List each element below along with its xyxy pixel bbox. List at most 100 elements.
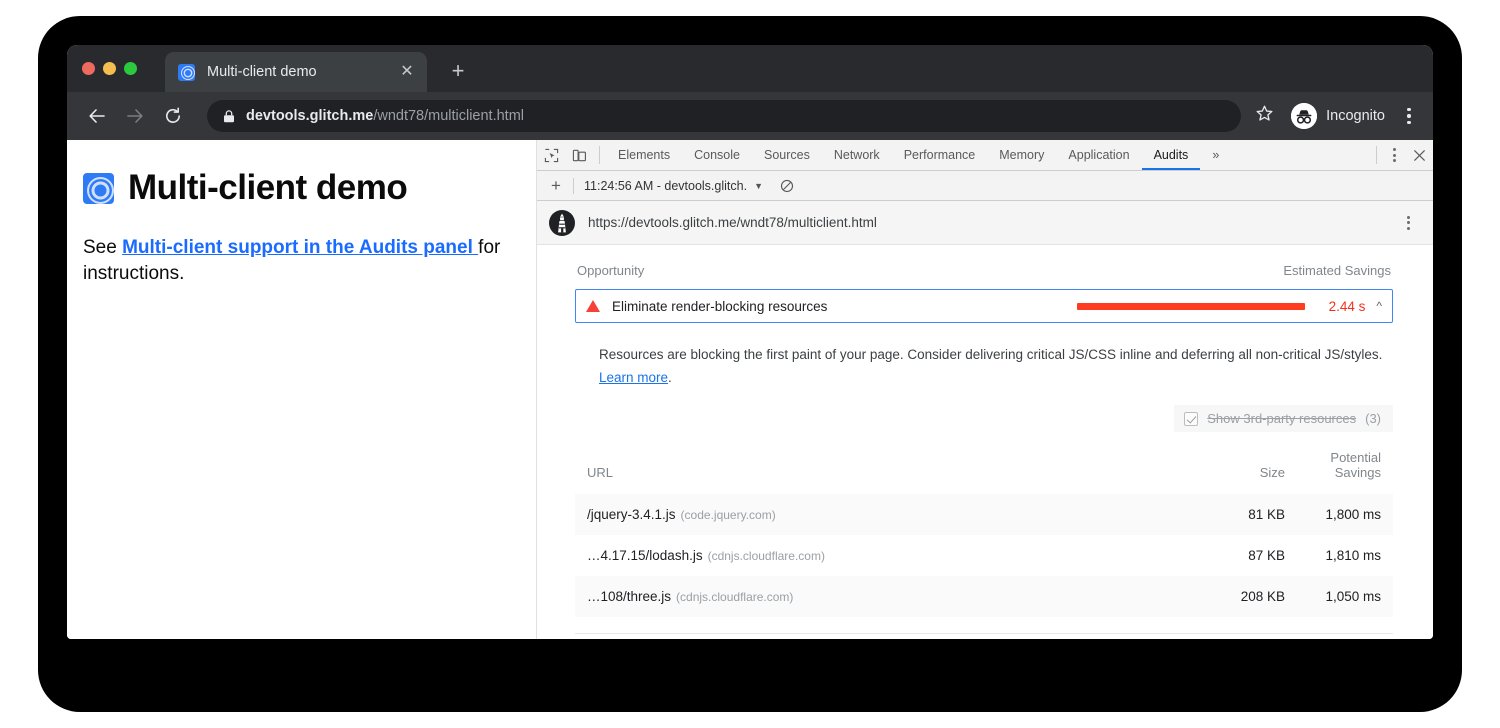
arrow-right-icon[interactable] [119, 100, 151, 132]
estimated-savings-column-label: Estimated Savings [1283, 263, 1391, 278]
new-tab-button[interactable]: + [445, 58, 471, 84]
page-title: Multi-client demo [83, 168, 506, 208]
row-host: (cdnjs.cloudflare.com) [708, 549, 825, 563]
table-body: /jquery-3.4.1.js(code.jquery.com) 81 KB … [575, 494, 1393, 617]
kebab-menu-icon[interactable] [1383, 140, 1405, 170]
device-toolbar-icon[interactable] [565, 140, 593, 170]
row-savings: 1,050 ms [1297, 576, 1393, 617]
chevron-up-icon[interactable]: ^ [1376, 299, 1382, 313]
tab-memory[interactable]: Memory [987, 140, 1056, 170]
maximize-window-button[interactable] [124, 62, 137, 75]
browser-window: Multi-client demo ✕ + devtools.glitch.me… [67, 45, 1433, 639]
third-party-toggle-wrap: Show 3rd-party resources (3) [575, 405, 1393, 432]
devtools-panel: Elements Console Sources Network Perform… [537, 140, 1433, 639]
tab-sources[interactable]: Sources [752, 140, 822, 170]
kebab-menu-icon[interactable] [1397, 108, 1421, 125]
url-domain: devtools.glitch.me [246, 108, 373, 124]
table-row[interactable]: …4.17.15/lodash.js (cdnjs.cloudflare.com)… [575, 535, 1393, 576]
show-third-party-toggle[interactable]: Show 3rd-party resources (3) [1174, 405, 1393, 432]
report-selector[interactable]: 11:24:56 AM - devtools.glitch. ▼ [580, 179, 767, 193]
tab-title: Multi-client demo [207, 64, 397, 80]
row-url: /jquery-3.4.1.js [587, 507, 676, 522]
row-host: (code.jquery.com) [681, 508, 776, 522]
audit-url-text: https://devtools.glitch.me/wndt78/multic… [588, 215, 1397, 230]
tab-audits[interactable]: Audits [1142, 140, 1201, 170]
row-savings: 1,810 ms [1297, 535, 1393, 576]
header-potential-savings: Potential Savings [1297, 444, 1393, 494]
address-bar[interactable]: devtools.glitch.me/wndt78/multiclient.ht… [207, 100, 1241, 132]
audits-docs-link[interactable]: Multi-client support in the Audits panel [122, 237, 478, 258]
chevron-down-icon: ▼ [754, 181, 763, 191]
minimize-window-button[interactable] [103, 62, 116, 75]
report-selector-label: 11:24:56 AM - devtools.glitch. [584, 179, 747, 193]
table-head: URL Size Potential Savings [575, 444, 1393, 494]
instructions-prefix: See [83, 237, 122, 258]
opportunity-title: Eliminate render-blocking resources [612, 299, 1077, 314]
savings-value: 2.44 s [1319, 299, 1365, 314]
close-window-button[interactable] [82, 62, 95, 75]
tab-network[interactable]: Network [822, 140, 892, 170]
header-potential-line1: Potential [1330, 450, 1381, 465]
reload-icon[interactable] [157, 100, 189, 132]
row-url-cell: …108/three.js(cdnjs.cloudflare.com) [575, 576, 1211, 617]
opportunity-row[interactable]: Eliminate render-blocking resources 2.44… [575, 289, 1393, 323]
tab-strip: Multi-client demo ✕ + [67, 45, 1433, 92]
show-third-party-label: Show 3rd-party resources [1207, 411, 1356, 426]
lighthouse-icon [549, 210, 575, 236]
row-url-cell: /jquery-3.4.1.js (code.jquery.com) [575, 494, 1211, 535]
profile-chip[interactable]: Incognito [1291, 103, 1385, 129]
tab-console[interactable]: Console [682, 140, 752, 170]
browser-tab[interactable]: Multi-client demo ✕ [165, 52, 427, 92]
divider [573, 178, 574, 194]
arrow-left-icon[interactable] [81, 100, 113, 132]
page-title-text: Multi-client demo [128, 168, 407, 208]
header-url: URL [575, 444, 1211, 494]
page-instructions: See Multi-client support in the Audits p… [83, 235, 506, 286]
checkbox-icon[interactable] [1184, 412, 1198, 426]
chevron-double-right-icon[interactable]: » [1200, 140, 1231, 170]
viewport-row: Multi-client demo See Multi-client suppo… [67, 140, 1433, 639]
row-url: …4.17.15/lodash.js [587, 548, 703, 563]
row-host: (cdnjs.cloudflare.com) [676, 590, 793, 604]
inspect-element-icon[interactable] [537, 140, 565, 170]
row-url-cell: …4.17.15/lodash.js (cdnjs.cloudflare.com) [575, 535, 1211, 576]
clear-all-icon[interactable] [773, 179, 801, 193]
table-row[interactable]: /jquery-3.4.1.js(code.jquery.com) 81 KB … [575, 494, 1393, 535]
spacer [1231, 140, 1370, 170]
page-content: Multi-client demo See Multi-client suppo… [67, 140, 537, 639]
close-icon[interactable] [1405, 140, 1433, 170]
close-icon[interactable]: ✕ [397, 62, 417, 82]
row-size: 208 KB [1211, 576, 1297, 617]
description-period: . [668, 370, 672, 385]
opportunity-description: Resources are blocking the first paint o… [599, 343, 1389, 389]
star-icon[interactable] [1249, 104, 1279, 128]
row-size: 87 KB [1211, 535, 1297, 576]
resources-table: URL Size Potential Savings /jquery-3.4.1… [575, 444, 1393, 617]
row-savings: 1,800 ms [1297, 494, 1393, 535]
audit-report-body: Opportunity Estimated Savings Eliminate … [537, 245, 1433, 639]
table-row[interactable]: …108/three.js(cdnjs.cloudflare.com) 208 … [575, 576, 1393, 617]
tab-elements[interactable]: Elements [606, 140, 682, 170]
tab-application[interactable]: Application [1056, 140, 1141, 170]
row-size: 81 KB [1211, 494, 1297, 535]
savings-bar [1077, 303, 1305, 310]
address-bar-text: devtools.glitch.me/wndt78/multiclient.ht… [246, 108, 524, 124]
chrome-spiral-icon [83, 173, 114, 204]
incognito-icon [1291, 103, 1317, 129]
audit-column-headers: Opportunity Estimated Savings [575, 263, 1393, 289]
browser-toolbar: devtools.glitch.me/wndt78/multiclient.ht… [67, 92, 1433, 140]
third-party-count: (3) [1365, 411, 1381, 426]
table-bottom-divider [575, 633, 1393, 634]
profile-label: Incognito [1326, 108, 1385, 124]
kebab-menu-icon[interactable] [1397, 216, 1419, 230]
url-path: /wndt78/multiclient.html [373, 108, 524, 124]
lock-icon [223, 110, 235, 123]
description-text: Resources are blocking the first paint o… [599, 347, 1382, 362]
devtools-tabbar: Elements Console Sources Network Perform… [537, 140, 1433, 171]
new-audit-button[interactable]: + [545, 176, 567, 196]
table-header-row: URL Size Potential Savings [575, 444, 1393, 494]
learn-more-link[interactable]: Learn more [599, 370, 668, 385]
divider [599, 146, 600, 164]
chrome-spiral-icon [178, 64, 195, 81]
tab-performance[interactable]: Performance [892, 140, 988, 170]
